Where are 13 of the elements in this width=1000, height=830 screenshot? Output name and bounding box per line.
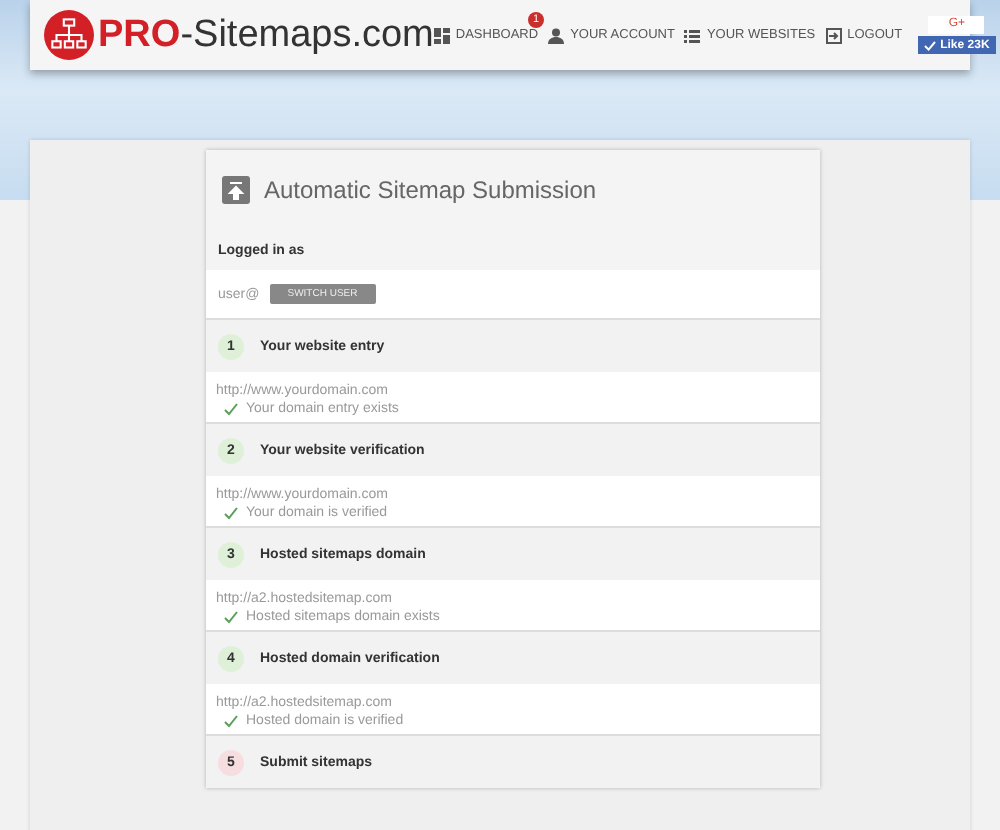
card-title: Automatic Sitemap Submission bbox=[264, 176, 597, 204]
check-icon bbox=[224, 714, 238, 728]
list-icon bbox=[684, 27, 701, 43]
check-icon bbox=[224, 402, 238, 416]
check-icon bbox=[924, 39, 937, 51]
upload-icon bbox=[222, 176, 250, 204]
check-icon bbox=[224, 506, 238, 520]
logout-icon bbox=[825, 27, 842, 43]
site-logo-text[interactable]: PRO-Sitemaps.com bbox=[98, 13, 434, 57]
logo-icon[interactable] bbox=[44, 10, 94, 60]
dashboard-icon bbox=[433, 27, 450, 43]
check-icon bbox=[224, 610, 238, 624]
person-icon bbox=[548, 27, 565, 43]
